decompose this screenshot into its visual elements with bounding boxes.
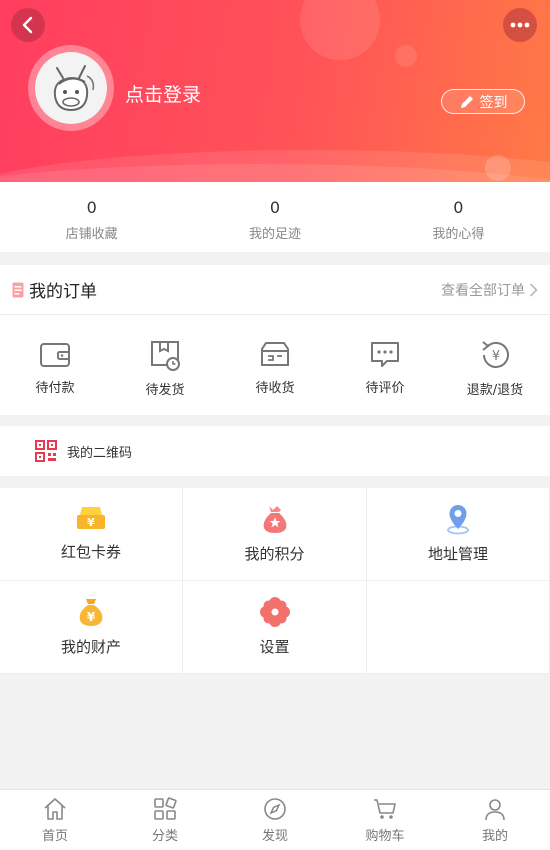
view-all-orders-link[interactable]: 查看全部订单 (441, 280, 538, 300)
category-icon (154, 797, 177, 820)
order-pending-shipment[interactable]: 待发货 (110, 315, 220, 414)
orders-header: 我的订单 查看全部订单 (0, 265, 550, 315)
service-label: 我的积分 (244, 545, 305, 563)
coupon-icon: ¥ (77, 507, 105, 529)
bottom-tab-bar: 首页 分类 发现 购物车 我的 (0, 789, 550, 850)
location-pin-icon (447, 505, 469, 535)
tab-cart[interactable]: 购物车 (330, 790, 440, 850)
stat-footprints[interactable]: 0 我的足迹 (183, 182, 366, 252)
home-icon (44, 798, 66, 820)
tab-label: 我的 (481, 829, 508, 844)
tab-home[interactable]: 首页 (0, 790, 110, 850)
stat-label: 店铺收藏 (65, 227, 118, 242)
package-clock-icon (151, 341, 180, 371)
user-icon (485, 799, 505, 821)
tab-category[interactable]: 分类 (110, 790, 220, 850)
service-label: 地址管理 (427, 545, 488, 563)
more-button[interactable] (503, 8, 537, 42)
login-link[interactable]: 点击登录 (125, 80, 201, 107)
wallet-icon (40, 343, 70, 367)
signin-button[interactable]: 签到 (441, 89, 525, 114)
signin-label: 签到 (479, 94, 508, 111)
horse-avatar-icon (53, 65, 95, 112)
chevron-left-icon (22, 16, 33, 34)
stat-value: 0 (86, 198, 97, 217)
stat-reviews[interactable]: 0 我的心得 (367, 182, 550, 252)
tab-label: 首页 (41, 829, 68, 844)
service-label: 我的财产 (60, 638, 121, 656)
my-qrcode-row[interactable]: 我的二维码 (0, 426, 550, 476)
order-refund[interactable]: ¥ 退款/退货 (440, 315, 550, 414)
service-settings[interactable]: 设置 (183, 581, 367, 674)
more-dots-icon (510, 22, 530, 28)
order-item-label: 退款/退货 (466, 383, 524, 398)
order-item-label: 待付款 (35, 381, 75, 396)
service-coupons[interactable]: ¥ 红包卡券 (0, 488, 183, 581)
qrcode-icon (35, 440, 57, 462)
profile-header: 点击登录 签到 (0, 0, 550, 182)
stat-value: 0 (453, 198, 464, 217)
order-pending-receipt[interactable]: 待收货 (220, 315, 330, 414)
chevron-right-icon (529, 282, 538, 297)
stat-value: 0 (269, 198, 281, 217)
money-bag-icon: ¥ (79, 599, 103, 626)
stat-label: 我的足迹 (248, 227, 301, 242)
view-all-label: 查看全部订单 (441, 282, 525, 299)
tab-mine[interactable]: 我的 (440, 790, 550, 850)
stat-label: 我的心得 (432, 227, 485, 242)
tab-label: 购物车 (365, 829, 405, 844)
order-doc-icon (12, 282, 24, 297)
tab-label: 发现 (261, 829, 288, 844)
service-points[interactable]: 我的积分 (183, 488, 367, 581)
service-assets[interactable]: ¥ 我的财产 (0, 581, 183, 674)
orders-title: 我的订单 (29, 282, 97, 302)
tab-label: 分类 (151, 829, 178, 844)
svg-text:¥: ¥ (492, 349, 500, 364)
tab-discover[interactable]: 发现 (220, 790, 330, 850)
orders-section: 我的订单 查看全部订单 待付款 待发货 待收货 待评价 ¥ 退款/退货 (0, 265, 550, 415)
compass-icon (264, 798, 286, 820)
points-bag-icon (263, 506, 286, 533)
comment-icon (371, 342, 399, 367)
order-pending-payment[interactable]: 待付款 (0, 315, 110, 414)
stats-bar: 0 店铺收藏 0 我的足迹 0 我的心得 (0, 182, 550, 252)
pencil-icon (460, 95, 473, 108)
stat-shop-favorites[interactable]: 0 店铺收藏 (0, 182, 183, 252)
order-pending-review[interactable]: 待评价 (330, 315, 440, 414)
avatar[interactable] (28, 45, 114, 131)
order-item-label: 待收货 (255, 381, 295, 396)
settings-flower-icon (259, 597, 290, 627)
service-address[interactable]: 地址管理 (367, 488, 550, 581)
services-grid: ¥ 红包卡券 我的积分 地址管理 ¥ 我的财产 设置 (0, 488, 550, 674)
service-label: 设置 (259, 638, 290, 656)
delivery-box-icon (261, 342, 289, 366)
svg-text:¥: ¥ (87, 516, 95, 529)
svg-text:¥: ¥ (87, 610, 96, 624)
order-item-label: 待评价 (365, 381, 405, 396)
service-empty-cell (367, 581, 550, 674)
cart-icon (374, 799, 396, 819)
qrcode-label: 我的二维码 (67, 445, 133, 461)
service-label: 红包卡券 (60, 543, 121, 561)
order-item-label: 待发货 (145, 383, 185, 398)
back-button[interactable] (11, 8, 45, 42)
refund-icon: ¥ (482, 341, 509, 368)
